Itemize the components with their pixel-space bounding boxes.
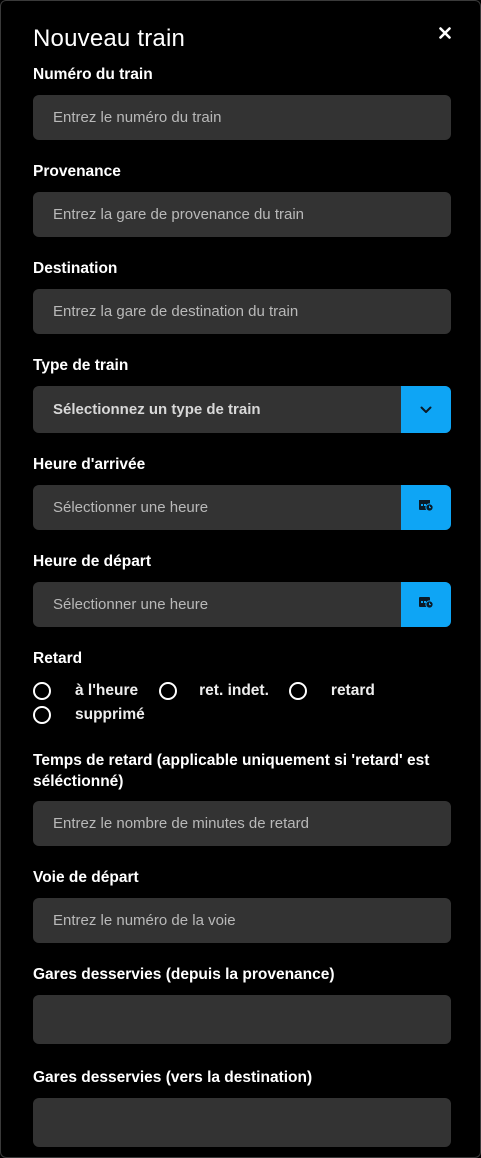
- departure-time-label: Heure de départ: [33, 553, 152, 570]
- stops-to-destination-input[interactable]: [33, 1098, 451, 1147]
- radio-delayed[interactable]: [288, 682, 307, 700]
- train-number-field[interactable]: [33, 95, 451, 140]
- radio-cancelled[interactable]: [33, 706, 51, 724]
- stops-to-destination-field[interactable]: [33, 1098, 451, 1147]
- calendar-clock-icon: [418, 498, 434, 517]
- calendar-clock-icon: [418, 595, 434, 614]
- delay-minutes-field[interactable]: [33, 801, 451, 846]
- departure-time-placeholder: Sélectionner une heure: [53, 596, 209, 613]
- new-train-dialog: Nouveau train Numéro du train Provenance…: [0, 0, 481, 1158]
- dialog-title: Nouveau train: [33, 25, 186, 52]
- departure-time-field[interactable]: Sélectionner une heure: [33, 582, 451, 627]
- train-type-select[interactable]: Sélectionnez un type de train: [33, 386, 451, 433]
- train-type-selected: Sélectionnez un type de train: [53, 401, 261, 418]
- delay-status-label: Retard: [33, 650, 83, 667]
- delay-radio-row-2: supprimé: [33, 706, 145, 724]
- platform-label: Voie de départ: [33, 869, 139, 886]
- dropdown-button[interactable]: [401, 386, 451, 433]
- close-icon[interactable]: [435, 23, 455, 43]
- stops-from-origin-label: Gares desservies (depuis la provenance): [33, 966, 335, 983]
- radio-cancelled-label[interactable]: supprimé: [75, 706, 145, 724]
- destination-field[interactable]: [33, 289, 451, 334]
- stops-to-destination-label: Gares desservies (vers la destination): [33, 1069, 313, 1086]
- delay-minutes-label-line1: Temps de retard (applicable uniquement s…: [33, 752, 430, 769]
- radio-delayed-label[interactable]: retard: [331, 682, 375, 700]
- arrival-time-picker-button[interactable]: [401, 485, 451, 530]
- platform-field[interactable]: [33, 898, 451, 943]
- provenance-input[interactable]: [33, 192, 451, 237]
- destination-label: Destination: [33, 260, 118, 277]
- radio-on-time-label[interactable]: à l'heure: [75, 682, 138, 700]
- train-number-input[interactable]: [33, 95, 451, 140]
- train-number-label: Numéro du train: [33, 66, 153, 83]
- stops-from-origin-input[interactable]: [33, 995, 451, 1044]
- provenance-label: Provenance: [33, 163, 121, 180]
- radio-undetermined-delay[interactable]: [159, 682, 178, 700]
- departure-time-picker-button[interactable]: [401, 582, 451, 627]
- arrival-time-placeholder: Sélectionner une heure: [53, 499, 209, 516]
- arrival-time-label: Heure d'arrivée: [33, 456, 146, 473]
- delay-radio-row-1: à l'heure ret. indet. retard: [33, 682, 375, 700]
- delay-minutes-label-line2: séléctionné): [33, 773, 124, 790]
- delay-minutes-input[interactable]: [33, 801, 451, 846]
- platform-input[interactable]: [33, 898, 451, 943]
- chevron-down-icon: [420, 401, 432, 419]
- delay-minutes-label: Temps de retard (applicable uniquement s…: [33, 750, 429, 792]
- radio-on-time[interactable]: [33, 682, 51, 700]
- provenance-field[interactable]: [33, 192, 451, 237]
- arrival-time-field[interactable]: Sélectionner une heure: [33, 485, 451, 530]
- stops-from-origin-field[interactable]: [33, 995, 451, 1044]
- train-type-label: Type de train: [33, 357, 129, 374]
- destination-input[interactable]: [33, 289, 451, 334]
- radio-undetermined-delay-label[interactable]: ret. indet.: [199, 682, 269, 700]
